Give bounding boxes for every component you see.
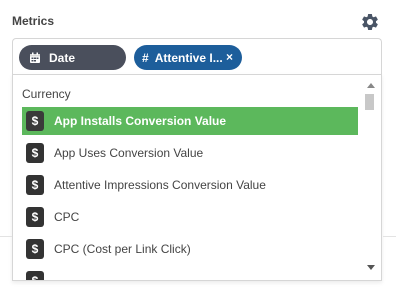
option-label: App Uses Conversion Value <box>54 146 204 160</box>
group-label-currency: Currency <box>22 87 71 101</box>
scroll-down-arrow-icon[interactable] <box>367 265 375 270</box>
dollar-icon: $ <box>26 207 44 227</box>
dollar-icon: $ <box>26 175 44 195</box>
divider <box>383 236 396 237</box>
chip-attentive[interactable]: # Attentive I... × <box>134 45 242 70</box>
chip-attentive-label: Attentive I... <box>154 50 223 65</box>
option-app-installs-conversion-value[interactable]: $ App Installs Conversion Value <box>22 107 358 135</box>
option-attentive-impressions-conversion-value[interactable]: $ Attentive Impressions Conversion Value <box>22 171 358 199</box>
dollar-icon: $ <box>26 111 44 131</box>
metrics-title: Metrics <box>12 14 55 28</box>
dollar-icon: $ <box>26 239 44 259</box>
option-label: Attentive Impressions Conversion Value <box>54 178 266 192</box>
dollar-icon: $ <box>26 271 44 280</box>
gear-icon[interactable] <box>360 12 380 32</box>
scroll-up-arrow-icon[interactable] <box>367 83 375 88</box>
dropdown-scrollbar[interactable] <box>363 75 381 280</box>
scroll-thumb[interactable] <box>365 94 374 110</box>
metrics-panel: Metrics Date # Attentive I... × Currency… <box>0 0 396 295</box>
metrics-dropdown: Currency $ App Installs Conversion Value… <box>12 74 382 281</box>
chip-date-label: Date <box>49 50 76 65</box>
chip-date[interactable]: Date <box>19 45 126 70</box>
close-icon[interactable]: × <box>226 50 233 64</box>
option-label: CPC <box>54 210 80 224</box>
option-cpc-cost-per-link-click[interactable]: $ CPC (Cost per Link Click) <box>22 235 358 263</box>
hash-icon: # <box>142 50 149 65</box>
option-partial[interactable]: $ <box>22 267 358 280</box>
option-cpc[interactable]: $ CPC <box>22 203 358 231</box>
divider <box>0 236 12 237</box>
dollar-icon: $ <box>26 143 44 163</box>
calendar-icon <box>30 52 40 63</box>
option-label: CPC (Cost per Link Click) <box>54 242 191 256</box>
option-label: App Installs Conversion Value <box>54 114 227 128</box>
option-app-uses-conversion-value[interactable]: $ App Uses Conversion Value <box>22 139 358 167</box>
